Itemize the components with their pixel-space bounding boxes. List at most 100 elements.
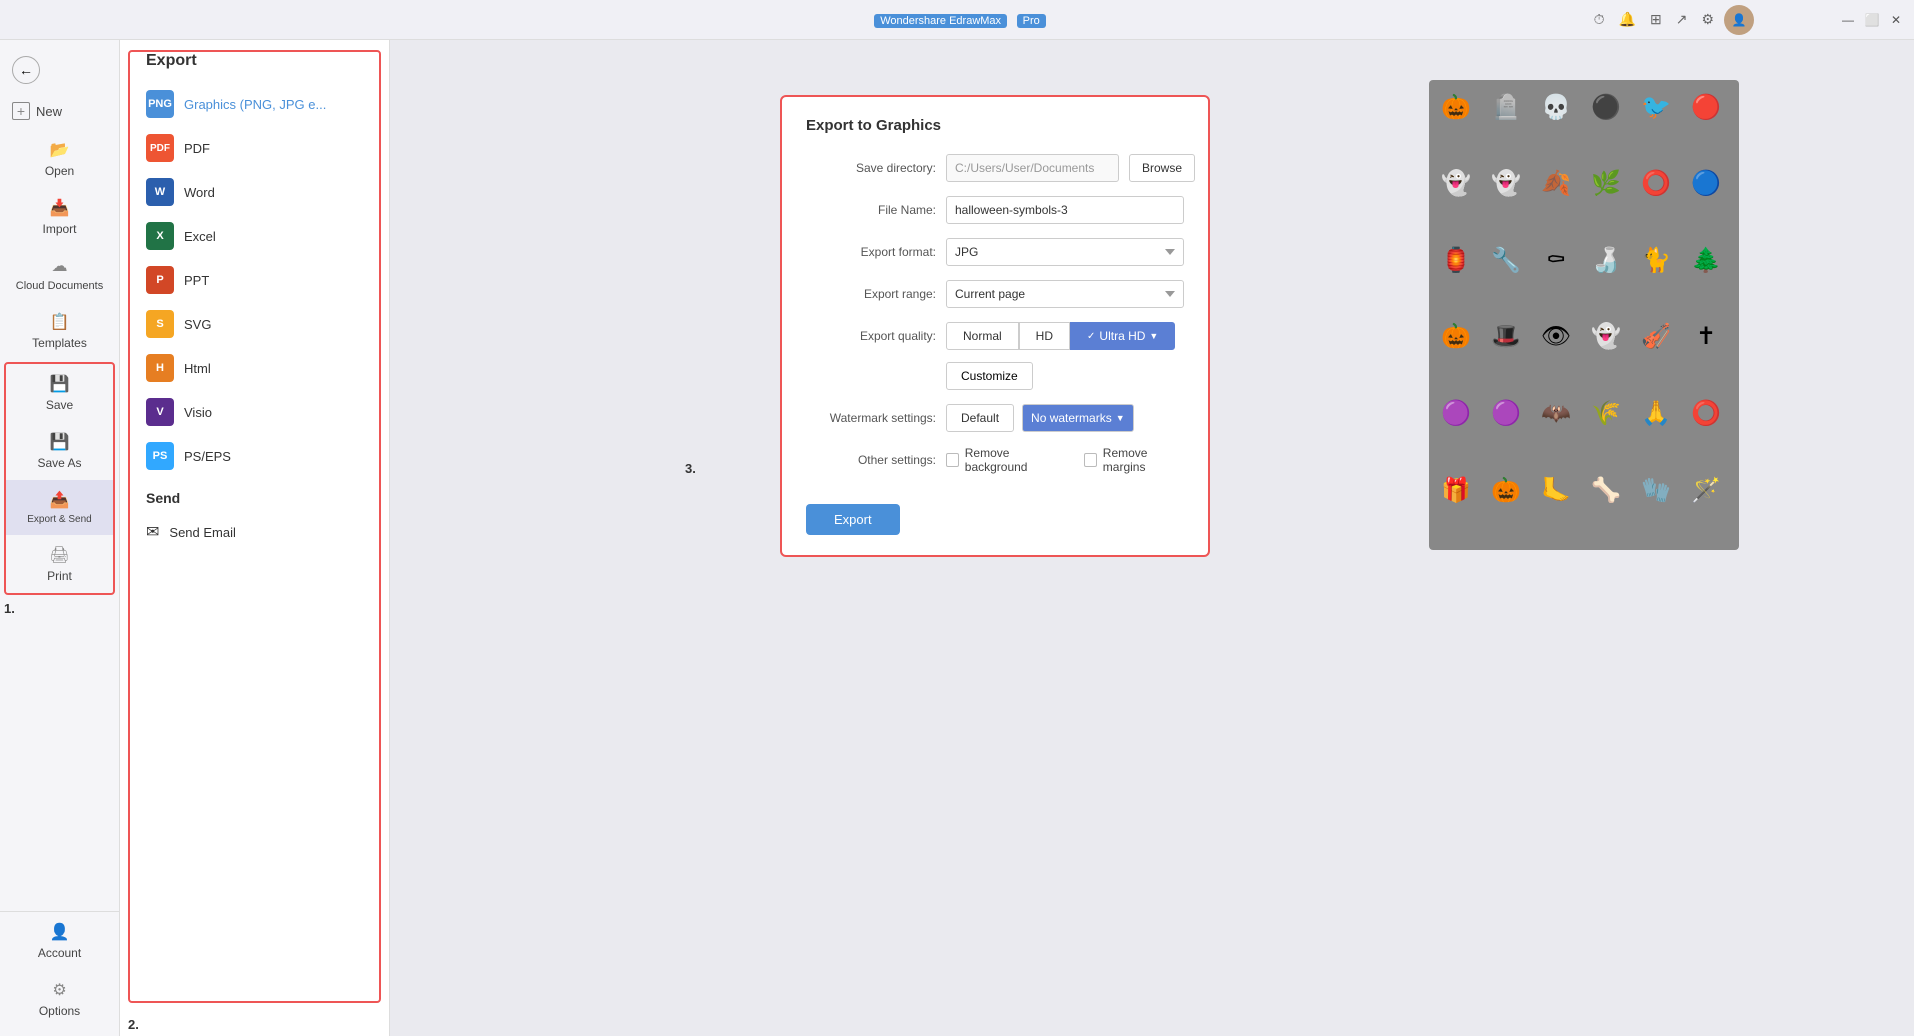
preview-icon: 🧤 — [1635, 469, 1677, 511]
remove-margins-box[interactable] — [1084, 453, 1097, 467]
sidebar-item-print[interactable]: 🖨 Print — [6, 535, 113, 593]
export-format-label: Export format: — [806, 245, 936, 259]
content-area: Export to Graphics Save directory: Brows… — [390, 40, 1914, 1036]
preview-icon: 🎃 — [1435, 316, 1477, 358]
export-quality-label: Export quality: — [806, 329, 936, 343]
format-word-label: Word — [184, 185, 215, 200]
quality-hd-button[interactable]: HD — [1019, 322, 1070, 350]
minimize-button[interactable]: — — [1840, 12, 1856, 28]
save-directory-input[interactable] — [946, 154, 1119, 182]
sidebar-item-templates-label: Templates — [32, 336, 87, 350]
preview-icon: ⚰ — [1535, 239, 1577, 281]
new-plus-icon: + — [12, 102, 30, 120]
dialog-title: Export to Graphics — [806, 117, 1184, 134]
sidebar-item-options-label: Options — [39, 1004, 80, 1018]
other-settings-label: Other settings: — [806, 453, 936, 467]
save-directory-row: Save directory: Browse — [806, 154, 1184, 182]
sidebar-item-cloud[interactable]: ☁ Cloud Documents — [0, 246, 119, 302]
export-formats-panel: Export PNG Graphics (PNG, JPG e... PDF P… — [120, 40, 390, 1036]
remove-margins-checkbox[interactable]: Remove margins — [1084, 446, 1184, 474]
settings-icon: ⚙ — [1701, 11, 1714, 28]
format-item-ppt[interactable]: P PPT — [130, 258, 379, 302]
export-range-select[interactable]: Current page All pages — [946, 280, 1184, 308]
preview-icon: 🎃 — [1435, 86, 1477, 128]
format-item-pseps[interactable]: PS PS/EPS — [130, 434, 379, 478]
preview-icon: 🦇 — [1535, 393, 1577, 435]
export-range-label: Export range: — [806, 287, 936, 301]
close-button[interactable]: ✕ — [1888, 12, 1904, 28]
format-item-visio[interactable]: V Visio — [130, 390, 379, 434]
export-button[interactable]: Export — [806, 504, 900, 535]
sidebar-item-save[interactable]: 💾 Save — [6, 364, 113, 422]
preview-icon: 🦶 — [1535, 469, 1577, 511]
user-avatar: 👤 — [1724, 5, 1754, 35]
quality-normal-button[interactable]: Normal — [946, 322, 1019, 350]
sidebar-item-new-label: New — [36, 104, 62, 119]
quality-ultrahd-button[interactable]: ✓ Ultra HD ▼ — [1070, 322, 1175, 350]
annotation-3: 3. — [685, 461, 696, 476]
export-quality-row: Export quality: Normal HD ✓ Ultra HD ▼ C… — [806, 322, 1184, 390]
preview-icon: ⚫ — [1585, 86, 1627, 128]
watermark-select[interactable]: No watermarks ▼ — [1022, 404, 1134, 432]
sidebar-save-group: 💾 Save 💾 Save As 📤 Export & Send 🖨 Print — [4, 362, 115, 595]
preview-icon: 🐦 — [1635, 86, 1677, 128]
preview-icon: 🍶 — [1585, 239, 1627, 281]
preview-icon: 🪦 — [1485, 86, 1527, 128]
excel-icon: X — [146, 222, 174, 250]
format-item-png[interactable]: PNG Graphics (PNG, JPG e... — [130, 82, 379, 126]
sidebar-item-save-label: Save — [46, 398, 73, 412]
preview-icon: ⭕ — [1635, 163, 1677, 205]
sidebar-item-save-as-label: Save As — [37, 456, 81, 470]
export-format-select[interactable]: JPG PNG SVG — [946, 238, 1184, 266]
window-controls[interactable]: — ⬜ ✕ — [1840, 12, 1904, 28]
send-email-item[interactable]: ✉ Send Email — [146, 514, 363, 550]
account-icon: 👤 — [50, 922, 70, 942]
sidebar-item-open[interactable]: 📂 Open — [0, 130, 119, 188]
browse-button[interactable]: Browse — [1129, 154, 1195, 182]
sidebar-item-account[interactable]: 👤 Account — [0, 912, 119, 970]
watermark-value: No watermarks — [1031, 411, 1112, 425]
sidebar-item-new[interactable]: + New — [0, 92, 119, 130]
preview-icon: 👁 — [1535, 316, 1577, 358]
preview-icon: 🏮 — [1435, 239, 1477, 281]
format-excel-label: Excel — [184, 229, 216, 244]
sidebar-item-cloud-label: Cloud Documents — [16, 280, 103, 292]
export-panel-border: Export PNG Graphics (PNG, JPG e... PDF P… — [128, 50, 381, 1003]
app-badge: Pro — [1017, 14, 1046, 28]
export-panel-title: Export — [130, 52, 379, 82]
format-item-html[interactable]: H Html — [130, 346, 379, 390]
sidebar-item-account-label: Account — [38, 946, 81, 960]
format-item-svg[interactable]: S SVG — [130, 302, 379, 346]
file-name-input[interactable] — [946, 196, 1184, 224]
print-icon: 🖨 — [49, 545, 69, 565]
sidebar-item-save-as[interactable]: 💾 Save As — [6, 422, 113, 480]
sidebar-item-templates[interactable]: 📋 Templates — [0, 302, 119, 360]
sidebar-item-options[interactable]: ⚙ Options — [0, 970, 119, 1028]
send-email-label: Send Email — [169, 525, 235, 540]
format-item-word[interactable]: W Word — [130, 170, 379, 214]
remove-background-checkbox[interactable]: Remove background — [946, 446, 1064, 474]
preview-icon: 🟣 — [1485, 393, 1527, 435]
export-icon: 📤 — [50, 490, 70, 510]
restore-button[interactable]: ⬜ — [1864, 12, 1880, 28]
preview-icon: 🟣 — [1435, 393, 1477, 435]
format-visio-label: Visio — [184, 405, 212, 420]
open-icon: 📂 — [50, 140, 70, 160]
sidebar-item-export-send[interactable]: 📤 Export & Send — [6, 480, 113, 535]
remove-background-box[interactable] — [946, 453, 959, 467]
preview-icon: 🦴 — [1585, 469, 1627, 511]
back-button[interactable]: ← — [0, 48, 119, 92]
main-layout: ← + New 📂 Open 📥 Import ☁ Cloud Document… — [0, 40, 1914, 1036]
export-dialog: Export to Graphics Save directory: Brows… — [780, 95, 1210, 557]
format-item-excel[interactable]: X Excel — [130, 214, 379, 258]
format-pseps-label: PS/EPS — [184, 449, 231, 464]
watermark-default-button[interactable]: Default — [946, 404, 1014, 432]
format-item-pdf[interactable]: PDF PDF — [130, 126, 379, 170]
preview-icon: 👻 — [1585, 316, 1627, 358]
preview-icon: 👻 — [1435, 163, 1477, 205]
quality-check-icon: ✓ — [1087, 331, 1095, 342]
pseps-icon: PS — [146, 442, 174, 470]
save-directory-label: Save directory: — [806, 161, 936, 175]
customize-button[interactable]: Customize — [946, 362, 1033, 390]
sidebar-item-import[interactable]: 📥 Import — [0, 188, 119, 246]
